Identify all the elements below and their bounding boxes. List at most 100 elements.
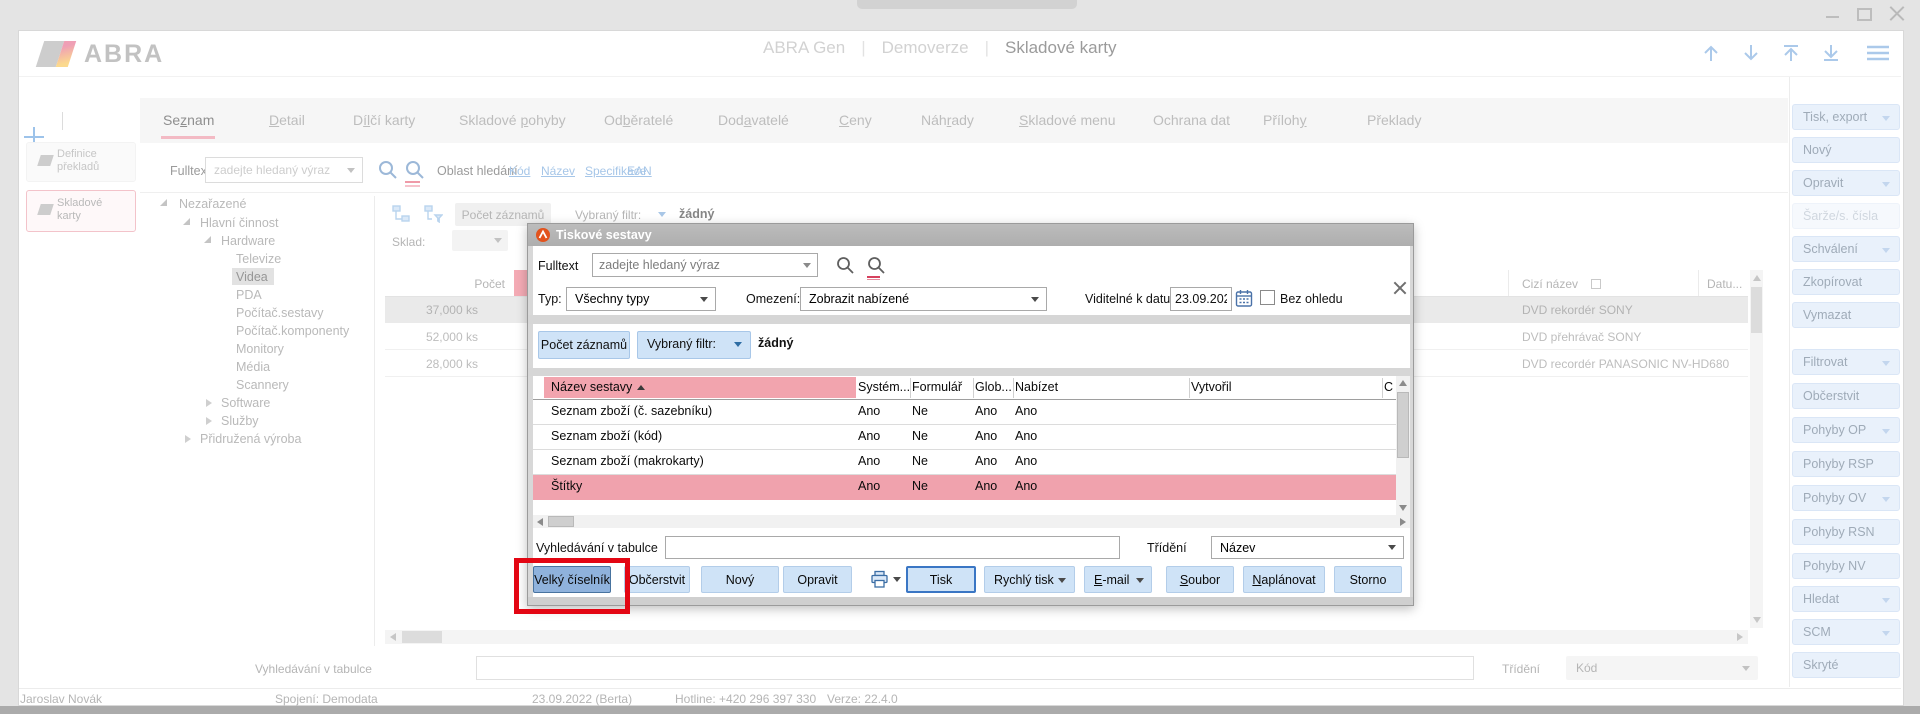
dialog-button-obcerstvit[interactable]: Občerstvit [624, 566, 690, 593]
dialog-filter-button[interactable]: Vybraný filtr: [637, 331, 751, 359]
tab-dilci-karty[interactable]: Dílčí karty [353, 112, 415, 128]
sidebar-button-scm[interactable]: SCM [1792, 619, 1900, 645]
sidebar-button-tisk-export[interactable]: Tisk, export [1792, 104, 1900, 130]
sidebar-button-zkopirovat[interactable]: Zkopírovat [1792, 269, 1900, 295]
tree-item-hardware[interactable]: Hardware [221, 234, 275, 248]
scope-link-kod[interactable]: Kód [509, 164, 530, 178]
dialog-button-print-settings[interactable] [865, 566, 905, 593]
scrollbar-thumb[interactable] [1397, 392, 1409, 458]
dialog-sort-select[interactable]: Název [1211, 536, 1404, 559]
scroll-up-icon[interactable] [1753, 275, 1761, 281]
report-row[interactable]: Seznam zboží (makrokarty) Ano Ne Ano Ano [533, 450, 1396, 475]
tree-item-videa[interactable]: Videa [236, 270, 268, 284]
scroll-up-icon[interactable] [1399, 380, 1407, 386]
dialog-button-opravit[interactable]: Opravit [783, 566, 852, 593]
column-label[interactable]: Systém... [858, 380, 910, 394]
tab-preklady[interactable]: Překlady [1367, 112, 1421, 128]
module-card-definice-prekladu[interactable]: Definice překladů [26, 142, 136, 182]
tab-prilohy[interactable]: Přílohy [1263, 112, 1307, 128]
scroll-down-icon[interactable] [1753, 617, 1761, 623]
tree-item-nezarazene[interactable]: Nezařazené [179, 197, 246, 211]
fulltext-dropdown-icon[interactable] [347, 168, 355, 173]
sort-dropdown[interactable]: Kód [1566, 656, 1758, 680]
column-label[interactable]: Formulář [912, 380, 962, 394]
tab-ceny[interactable]: Ceny [839, 112, 872, 128]
tree-item-pocitac-komponenty[interactable]: Počítač.komponenty [236, 324, 349, 338]
dialog-type-select[interactable]: Všechny typy [566, 287, 716, 311]
dialog-restriction-select[interactable]: Zobrazit nabízené [800, 287, 1047, 311]
sidebar-button-opravit[interactable]: Opravit [1792, 170, 1900, 196]
tree-item-scannery[interactable]: Scannery [236, 378, 289, 392]
tab-odberatele[interactable]: Odběratelé [604, 112, 673, 128]
nav-up-icon[interactable] [1700, 42, 1722, 64]
tab-seznam[interactable]: Seznam [163, 112, 214, 128]
scroll-left-icon[interactable] [390, 633, 396, 641]
module-card-skladove-karty[interactable]: Skladové karty [26, 190, 136, 232]
dialog-close-icon[interactable] [1394, 282, 1406, 294]
sidebar-button-pohyby-op[interactable]: Pohyby OP [1792, 417, 1900, 443]
tab-dodavatele[interactable]: Dodavatelé [718, 112, 789, 128]
tree-item-pocitac-sestavy[interactable]: Počítač.sestavy [236, 306, 324, 320]
tree-item-sluzby[interactable]: Služby [221, 414, 259, 428]
maximize-icon[interactable] [1857, 8, 1872, 21]
sidebar-button-pohyby-nv[interactable]: Pohyby NV [1792, 553, 1900, 579]
tree-item-monitory[interactable]: Monitory [236, 342, 284, 356]
report-row-selected[interactable]: Štítky Ano Ne Ano Ano [533, 475, 1396, 500]
dialog-date-input[interactable] [1170, 287, 1232, 311]
tree-expander-nezarazene[interactable] [160, 199, 167, 206]
dialog-button-storno[interactable]: Storno [1334, 566, 1402, 593]
column-label[interactable]: Vytvořil [1191, 380, 1232, 394]
tree-view-icon[interactable] [392, 205, 411, 223]
tree-item-media[interactable]: Média [236, 360, 270, 374]
dialog-button-rychly-tisk[interactable]: Rychlý tisk [984, 566, 1075, 593]
scroll-left-icon[interactable] [537, 518, 543, 526]
search-in-results-icon[interactable] [404, 159, 425, 180]
tab-skladove-pohyby[interactable]: Skladové pohyby [459, 112, 566, 128]
scroll-down-icon[interactable] [1399, 505, 1407, 511]
sidebar-button-skryte[interactable]: Skryté [1792, 652, 1900, 678]
sorted-column-header[interactable]: Název sestavy [544, 377, 856, 398]
sidebar-button-novy[interactable]: Nový [1792, 137, 1900, 163]
selected-filter-dropdown-icon[interactable] [658, 212, 666, 217]
tab-ochrana-dat[interactable]: Ochrana dat [1153, 112, 1230, 128]
nav-last-icon[interactable] [1820, 42, 1842, 64]
calendar-icon[interactable] [1235, 289, 1253, 308]
tree-expander-hardware[interactable] [204, 236, 211, 243]
sidebar-button-vymazat[interactable]: Vymazat [1792, 302, 1900, 328]
column-label[interactable]: C [1384, 380, 1393, 394]
nav-first-icon[interactable] [1780, 42, 1802, 64]
tree-collapser-software[interactable] [206, 399, 212, 407]
dialog-fulltext-dropdown-icon[interactable] [803, 263, 811, 268]
dialog-button-soubor[interactable]: Soubor [1166, 566, 1234, 593]
scope-link-nazev[interactable]: Název [541, 164, 575, 178]
dialog-button-novy[interactable]: Nový [701, 566, 779, 593]
tree-item-pda[interactable]: PDA [236, 288, 262, 302]
tree-expander-hlavni-cinnost[interactable] [183, 218, 190, 225]
sidebar-button-hledat[interactable]: Hledat [1792, 586, 1900, 612]
table-search-input[interactable] [476, 656, 1474, 680]
column-header-datum[interactable]: Datu... [1707, 277, 1742, 291]
column-header-cizi-nazev[interactable]: Cizí název [1522, 277, 1578, 291]
column-label[interactable]: Glob... [975, 380, 1012, 394]
tab-nahrady[interactable]: Náhrady [921, 112, 974, 128]
tree-item-televize[interactable]: Televize [236, 252, 281, 266]
scrollbar-thumb[interactable] [548, 516, 574, 527]
tree-item-hlavni-cinnost[interactable]: Hlavní činnost [200, 216, 279, 230]
tree-collapser-sluzby[interactable] [206, 417, 212, 425]
fulltext-input[interactable] [205, 157, 363, 183]
report-row[interactable]: Seznam zboží (kód) Ano Ne Ano Ano [533, 425, 1396, 450]
dialog-button-tisk[interactable]: Tisk [906, 566, 976, 593]
search-icon[interactable] [377, 159, 398, 180]
menu-hamburger-icon[interactable] [1866, 44, 1890, 62]
horizontal-scrollbar[interactable] [385, 630, 1748, 644]
report-row[interactable]: Seznam zboží (č. sazebníku) Ano Ne Ano A… [533, 400, 1396, 425]
dialog-record-count-button[interactable]: Počet záznamů [538, 331, 630, 359]
dialog-ignore-date-checkbox[interactable] [1260, 290, 1275, 305]
column-header-pocet[interactable]: Počet [390, 277, 505, 291]
column-label[interactable]: Nabízet [1015, 380, 1058, 394]
dialog-button-naplanovat[interactable]: Naplánovat [1243, 566, 1325, 593]
sidebar-button-pohyby-rsp[interactable]: Pohyby RSP [1792, 451, 1900, 477]
sidebar-button-schvaleni[interactable]: Schválení [1792, 236, 1900, 262]
dialog-table-search-input[interactable] [665, 536, 1120, 559]
dialog-search-in-results-icon[interactable] [866, 255, 886, 275]
